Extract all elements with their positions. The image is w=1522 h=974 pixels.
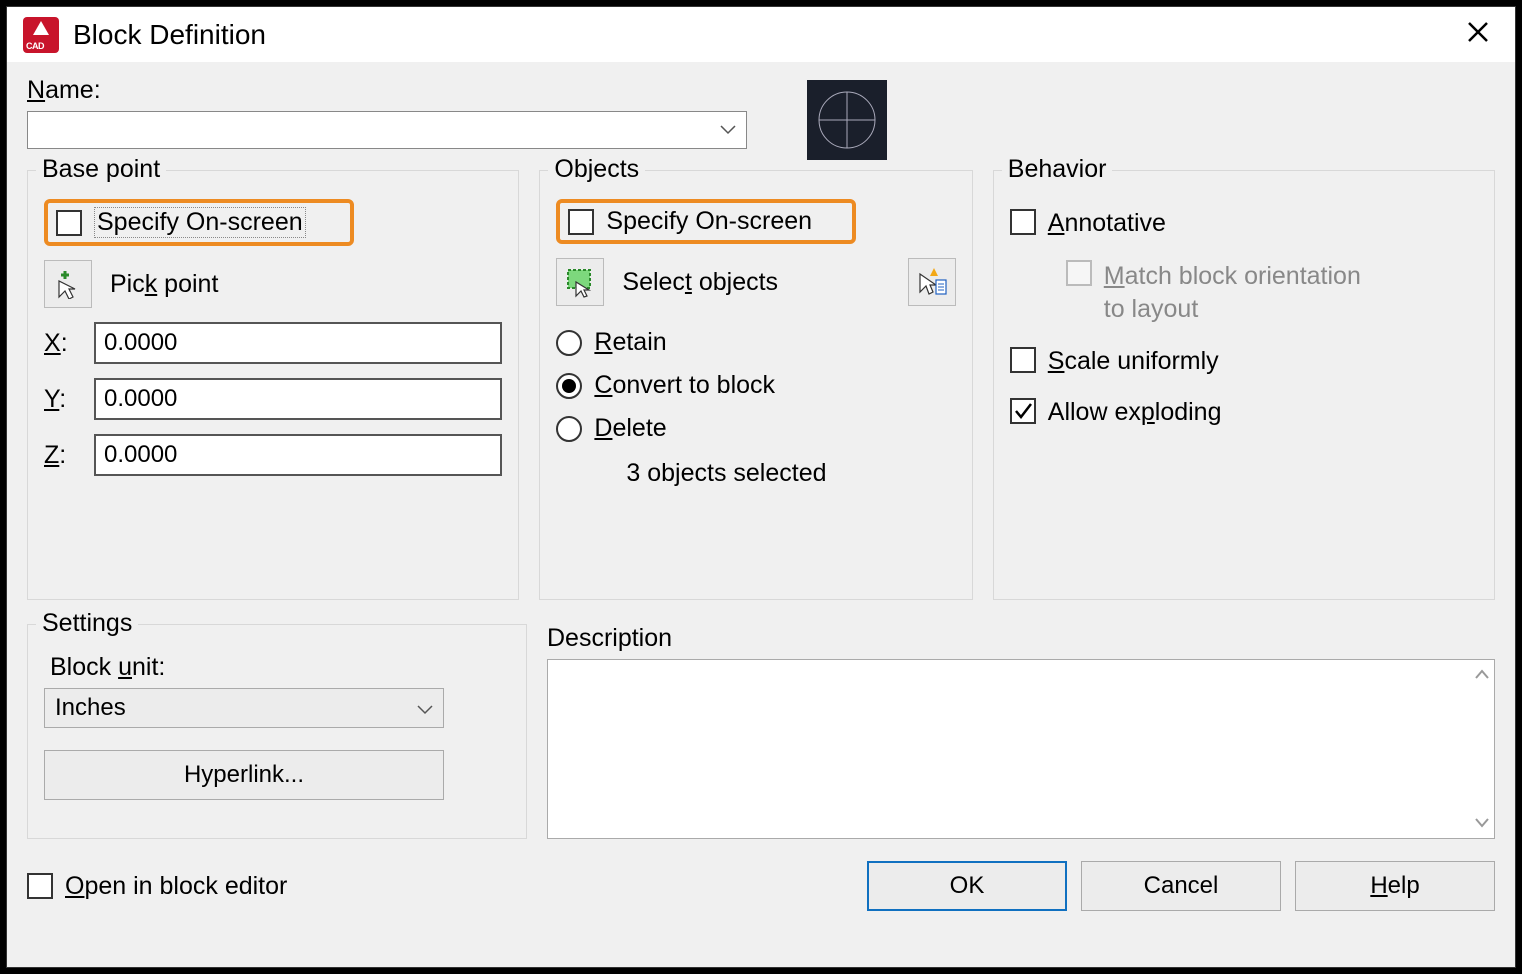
select-objects-button[interactable] [556, 258, 604, 306]
x-label: X: [44, 329, 94, 358]
allow-exploding-checkbox[interactable] [1010, 398, 1036, 424]
pick-point-button[interactable] [44, 260, 92, 308]
help-button[interactable]: Help [1295, 861, 1495, 911]
convert-radio[interactable] [556, 373, 582, 399]
titlebar: Block Definition [7, 7, 1515, 62]
scroll-down-icon[interactable] [1474, 813, 1490, 834]
chevron-down-icon [710, 112, 746, 148]
hyperlink-button[interactable]: Hyperlink... [44, 750, 444, 800]
block-unit-value: Inches [55, 694, 126, 722]
block-unit-label: Block unit: [50, 653, 510, 682]
y-label: Y: [44, 385, 94, 414]
delete-label: Delete [594, 414, 666, 443]
dialog-title: Block Definition [73, 19, 1457, 51]
retain-label: Retain [594, 328, 666, 357]
autocad-icon [23, 17, 59, 53]
open-in-block-editor-checkbox[interactable] [27, 873, 53, 899]
content: Name: Base point Specify On-screen [7, 62, 1515, 967]
close-button[interactable] [1457, 15, 1499, 54]
objects-group: Objects Specify On-screen Select objects [539, 170, 972, 600]
scale-uniformly-label: Scale uniformly [1048, 347, 1219, 376]
name-combobox[interactable] [27, 111, 747, 149]
select-objects-label: Select objects [622, 268, 778, 297]
description-label: Description [547, 624, 1495, 653]
name-label: Name: [27, 76, 747, 105]
convert-label: Convert to block [594, 371, 775, 400]
allow-exploding-label: Allow exploding [1048, 398, 1222, 427]
objects-specify-highlight: Specify On-screen [556, 199, 856, 244]
scale-uniformly-checkbox[interactable] [1010, 347, 1036, 373]
block-unit-combobox[interactable]: Inches [44, 688, 444, 728]
base-point-group: Base point Specify On-screen Pick point … [27, 170, 519, 600]
z-label: Z: [44, 441, 94, 470]
objects-title: Objects [548, 155, 645, 184]
open-in-block-editor-label: Open in block editor [65, 872, 287, 901]
cancel-button[interactable]: Cancel [1081, 861, 1281, 911]
description-textarea[interactable] [547, 659, 1495, 839]
ok-button[interactable]: OK [867, 861, 1067, 911]
settings-group: Settings Block unit: Inches Hyperlink... [27, 624, 527, 839]
match-orientation-label: Match block orientationto layout [1104, 260, 1361, 325]
specify-onscreen-label: Specify On-screen [94, 207, 306, 238]
objects-specify-checkbox[interactable] [568, 209, 594, 235]
objects-specify-label: Specify On-screen [606, 207, 812, 236]
annotative-label: Annotative [1048, 209, 1166, 238]
specify-onscreen-checkbox[interactable] [56, 210, 82, 236]
specify-onscreen-highlight: Specify On-screen [44, 199, 354, 246]
annotative-checkbox[interactable] [1010, 209, 1036, 235]
block-definition-dialog: Block Definition Name: Base p [6, 6, 1516, 968]
scroll-up-icon[interactable] [1474, 664, 1490, 685]
retain-radio[interactable] [556, 330, 582, 356]
behavior-title: Behavior [1002, 155, 1113, 184]
y-input[interactable] [94, 378, 502, 420]
settings-title: Settings [36, 609, 138, 638]
block-preview [807, 80, 887, 160]
pick-point-label: Pick point [110, 270, 218, 299]
base-point-title: Base point [36, 155, 166, 184]
objects-status: 3 objects selected [626, 459, 955, 488]
behavior-group: Behavior Annotative Match block orientat… [993, 170, 1495, 600]
x-input[interactable] [94, 322, 502, 364]
match-orientation-checkbox [1066, 260, 1092, 286]
quick-select-button[interactable] [908, 258, 956, 306]
chevron-down-icon [417, 694, 433, 722]
delete-radio[interactable] [556, 416, 582, 442]
z-input[interactable] [94, 434, 502, 476]
